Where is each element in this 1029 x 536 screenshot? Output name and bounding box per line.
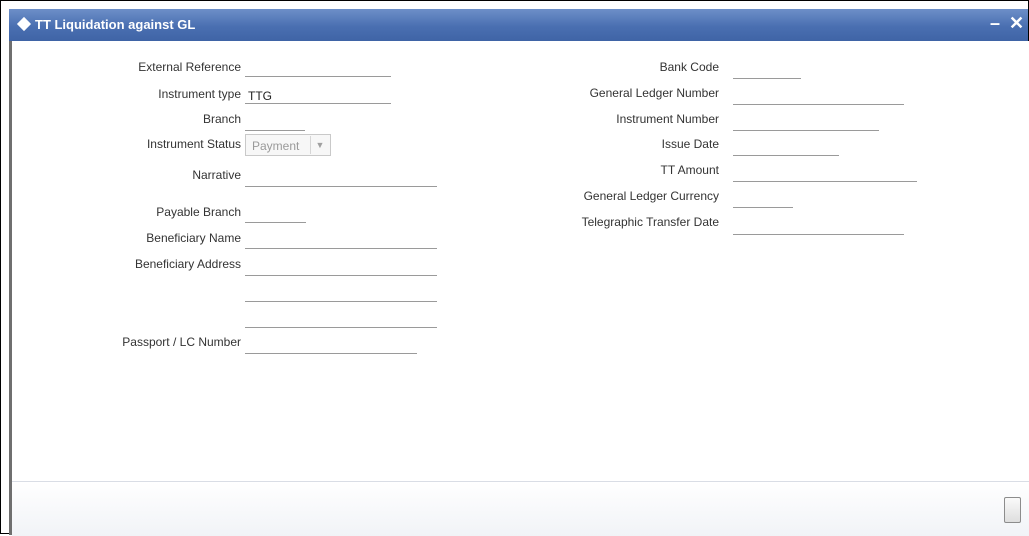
beneficiary-name-label: Beneficiary Name (146, 231, 241, 245)
chevron-down-icon[interactable]: ▼ (310, 136, 329, 154)
instrument-number-label: Instrument Number (616, 112, 719, 126)
instrument-type-label: Instrument type (158, 87, 241, 101)
tt-amount-label: TT Amount (660, 163, 719, 177)
branch-field[interactable] (245, 115, 305, 131)
branch-label: Branch (202, 112, 241, 126)
payable-branch-field[interactable] (245, 207, 306, 223)
passport-lc-number-label: Passport / LC Number (122, 335, 241, 349)
instrument-status-label: Instrument Status (146, 137, 241, 151)
narrative-field[interactable] (245, 171, 437, 187)
telegraphic-transfer-date-label: Telegraphic Transfer Date (581, 215, 719, 229)
diamond-icon (16, 16, 32, 32)
general-ledger-currency-label: General Ledger Currency (583, 189, 719, 203)
general-ledger-number-field[interactable] (733, 89, 904, 105)
issue-date-label: Issue Date (661, 137, 719, 151)
title-bar: TT Liquidation against GL – ✕ (9, 9, 1028, 41)
external-reference-label: External Reference (138, 60, 241, 74)
beneficiary-address-line-1[interactable] (245, 260, 437, 276)
instrument-number-field[interactable] (733, 115, 879, 131)
passport-lc-number-field[interactable] (245, 338, 417, 354)
instrument-type-field[interactable] (245, 88, 391, 104)
tt-liquidation-window: TT Liquidation against GL – ✕ External R… (0, 0, 1029, 536)
telegraphic-transfer-date-field[interactable] (733, 219, 904, 235)
beneficiary-address-line-3[interactable] (245, 312, 437, 328)
instrument-status-value: Payment (252, 139, 300, 153)
bank-code-label: Bank Code (659, 60, 719, 74)
form-content: External Reference Instrument type Branc… (12, 41, 1029, 481)
payable-branch-label: Payable Branch (156, 205, 241, 219)
window-title: TT Liquidation against GL (35, 17, 196, 32)
general-ledger-number-label: General Ledger Number (589, 86, 719, 100)
narrative-label: Narrative (192, 168, 241, 182)
bank-code-field[interactable] (733, 63, 801, 79)
footer-bar (12, 481, 1029, 536)
beneficiary-name-field[interactable] (245, 233, 437, 249)
close-icon[interactable]: ✕ (1009, 13, 1024, 34)
issue-date-field[interactable] (733, 140, 839, 156)
beneficiary-address-label: Beneficiary Address (134, 257, 241, 271)
beneficiary-address-line-2[interactable] (245, 286, 437, 302)
external-reference-field[interactable] (245, 61, 391, 77)
minimize-icon[interactable]: – (990, 13, 1000, 34)
instrument-status-select[interactable]: Payment ▼ (245, 134, 331, 156)
general-ledger-currency-field[interactable] (733, 192, 793, 208)
tt-amount-field[interactable] (733, 166, 917, 182)
exit-icon[interactable] (1004, 497, 1021, 523)
